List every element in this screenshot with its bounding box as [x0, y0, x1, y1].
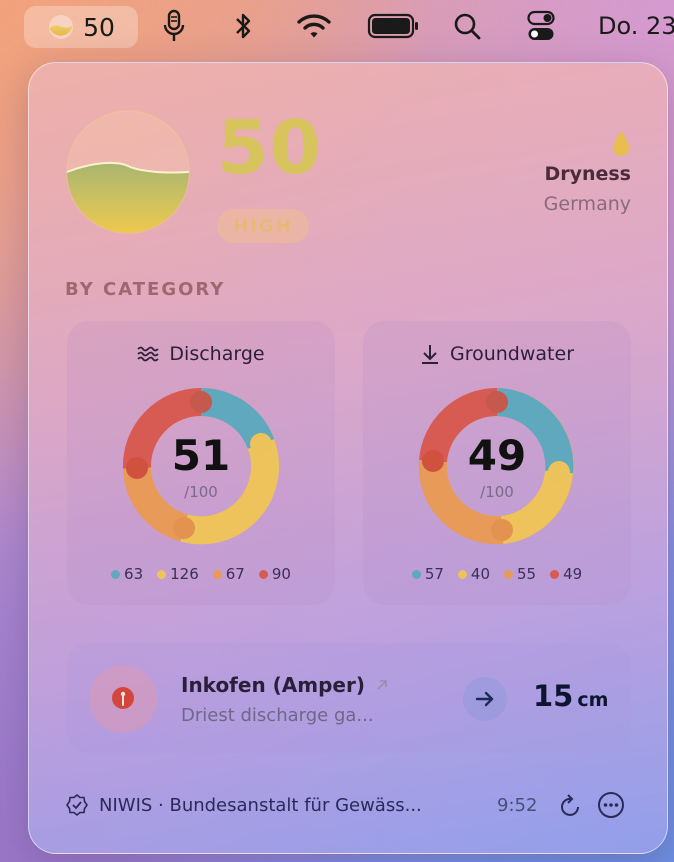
- dryness-index-value: 50: [217, 105, 322, 191]
- legend-item: 40: [457, 565, 490, 583]
- microphone-icon[interactable]: [158, 0, 190, 52]
- section-title: BY CATEGORY: [65, 279, 226, 300]
- card-title: Discharge: [169, 343, 265, 365]
- legend-item: 90: [258, 565, 291, 583]
- arrow-down-to-line-icon: [421, 345, 438, 364]
- pin-badge: [89, 665, 157, 733]
- menubar-clock[interactable]: Do. 23: [598, 0, 674, 52]
- legend-item: 55: [504, 565, 536, 583]
- legend-item: 57: [411, 565, 444, 583]
- gauge-mini-icon: [49, 15, 74, 39]
- groundwater-legend: 57 40 55 49: [363, 565, 631, 583]
- battery-icon[interactable]: [366, 0, 420, 52]
- refresh-icon[interactable]: [559, 793, 583, 819]
- data-source[interactable]: NIWIS · Bundesanstalt für Gewäss...: [65, 793, 422, 817]
- legend-item: 63: [111, 565, 143, 583]
- metric-name: Dryness: [544, 163, 631, 185]
- card-title: Groundwater: [449, 343, 575, 365]
- station-name: Inkofen (Amper): [181, 673, 389, 697]
- region-name: Germany: [543, 193, 631, 215]
- category-card-discharge[interactable]: Discharge 51 /100 63 126 67 90: [67, 321, 335, 605]
- dryness-status-item[interactable]: 50: [24, 6, 138, 48]
- panel-footer: NIWIS · Bundesanstalt für Gewäss... 9:52: [65, 791, 631, 821]
- card-header: Groundwater: [363, 343, 631, 365]
- drop-icon: [613, 131, 629, 156]
- discharge-legend: 63 126 67 90: [67, 565, 335, 583]
- groundwater-score-max: /100: [480, 483, 514, 501]
- bluetooth-icon[interactable]: [228, 0, 258, 52]
- data-source-label: NIWIS · Bundesanstalt für Gewäss...: [99, 794, 422, 816]
- arrow-right-icon[interactable]: [463, 677, 507, 721]
- discharge-score-max: /100: [184, 483, 218, 501]
- waves-icon: [137, 346, 160, 362]
- station-level: 15 cm: [533, 679, 609, 713]
- discharge-score: 51: [171, 431, 231, 480]
- external-link-icon[interactable]: [375, 678, 389, 692]
- verified-badge-icon: [66, 793, 88, 817]
- legend-item: 49: [550, 565, 582, 583]
- category-card-groundwater[interactable]: Groundwater 49 /100 57 40 55 49: [363, 321, 631, 605]
- dryness-panel: 50 HIGH Dryness Germany BY CATEGORY Disc…: [28, 62, 668, 854]
- dryness-gauge: [66, 110, 190, 234]
- card-header: Discharge: [67, 343, 335, 365]
- control-center-icon[interactable]: [526, 0, 556, 52]
- wifi-icon[interactable]: [294, 0, 334, 52]
- search-icon[interactable]: [452, 0, 482, 52]
- legend-item: 67: [212, 565, 245, 583]
- more-icon[interactable]: [597, 791, 625, 819]
- update-time: 9:52: [497, 795, 538, 816]
- station-card[interactable]: Inkofen (Amper) Driest discharge ga... 1…: [67, 643, 631, 753]
- pin-icon: [112, 687, 134, 709]
- dryness-level-badge: HIGH: [217, 209, 309, 243]
- groundwater-score: 49: [467, 431, 527, 480]
- station-description: Driest discharge ga...: [181, 705, 374, 726]
- legend-item: 126: [157, 565, 199, 583]
- menu-bar: 50 Do. 23: [0, 0, 674, 52]
- status-value: 50: [83, 12, 115, 42]
